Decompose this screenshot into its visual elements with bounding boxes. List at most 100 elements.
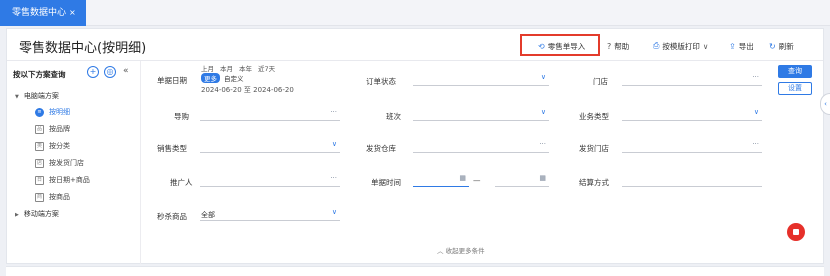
help-label: 帮助: [614, 41, 630, 51]
doc-time-label: 单据时间: [371, 178, 401, 187]
date-range-value[interactable]: 2024-06-20 至 2024-06-20: [201, 85, 294, 95]
order-status-select[interactable]: ∨: [413, 73, 549, 86]
sidebar-item-detail[interactable]: ≡ 按明细: [35, 107, 70, 117]
date-label: 单据日期: [157, 76, 187, 85]
doc-time-end-input[interactable]: ▦: [495, 174, 549, 187]
sidebar-item-date-product[interactable]: 日按日期+商品: [35, 175, 90, 185]
chevron-down-icon: ∨: [753, 108, 759, 116]
floating-action-icon[interactable]: [787, 223, 805, 241]
chevron-up-icon: ︿: [437, 247, 444, 255]
more-icon: ···: [752, 140, 759, 148]
sales-type-select[interactable]: ∨: [200, 140, 340, 153]
sidebar-item-label: 按商品: [49, 193, 70, 201]
store-icon: 店: [35, 158, 44, 168]
tree-group-desktop[interactable]: ▼ 电脑端方案: [15, 91, 59, 101]
ship-store-picker[interactable]: ···: [622, 140, 762, 153]
ship-warehouse-picker[interactable]: ···: [413, 140, 549, 153]
sidebar-item-brand[interactable]: 品按品牌: [35, 124, 70, 134]
flash-sale-label: 秒杀商品: [157, 212, 187, 221]
sidebar-item-label: 按明细: [49, 108, 70, 116]
business-type-label: 业务类型: [579, 112, 609, 121]
store-picker[interactable]: ···: [622, 73, 762, 86]
more-icon: ···: [752, 73, 759, 81]
print-label: 按模版打印: [662, 41, 700, 51]
brand-icon: 品: [35, 124, 44, 134]
refresh-icon: ↻: [769, 41, 776, 51]
time-range-separator: —: [473, 176, 481, 185]
ship-store-label: 发货门店: [579, 144, 609, 153]
chart-icon: 日: [35, 175, 44, 185]
close-icon[interactable]: ×: [69, 8, 76, 17]
tab-bar: 零售数据中心 ×: [0, 0, 830, 26]
collapse-sidebar-icon[interactable]: «: [123, 66, 129, 76]
sales-type-label: 销售类型: [157, 144, 187, 153]
tab-retail-data-center[interactable]: 零售数据中心 ×: [0, 0, 86, 26]
chevron-down-icon: ∨: [331, 140, 337, 148]
sidebar-item-category[interactable]: 类按分类: [35, 141, 70, 151]
page-title: 零售数据中心(按明细): [19, 41, 147, 56]
collapse-more-toggle[interactable]: ︿ 收起更多条件: [437, 245, 485, 255]
flash-sale-select[interactable]: 全部 ∨: [200, 208, 340, 221]
scheme-settings-icon[interactable]: ◎: [104, 66, 116, 78]
help-icon: ?: [607, 41, 612, 51]
refresh-button[interactable]: ↻ 刷新: [769, 39, 794, 53]
print-button[interactable]: ⎙ 按模版打印 ∨: [653, 39, 708, 53]
refresh-label: 刷新: [778, 41, 794, 51]
date-option-last-7-days[interactable]: 近7天: [258, 63, 275, 73]
order-status-label: 订单状态: [366, 77, 396, 86]
product-icon: 商: [35, 192, 44, 202]
promoter-label: 推广人: [170, 178, 193, 187]
doc-time-start-input[interactable]: ▦: [413, 174, 469, 187]
business-type-select[interactable]: ∨: [622, 108, 762, 121]
export-label: 导出: [738, 41, 754, 51]
settlement-select[interactable]: [622, 175, 762, 187]
guide-label: 导购: [174, 112, 189, 121]
settlement-label: 结算方式: [579, 178, 609, 187]
calendar-icon: ▦: [539, 174, 546, 182]
store-label: 门店: [593, 77, 608, 86]
date-more-row: 更多 自定义: [201, 73, 244, 83]
sidebar-heading: 按以下方案查询: [13, 70, 66, 79]
date-option-this-year[interactable]: 本年: [239, 63, 252, 73]
guide-picker[interactable]: ···: [200, 108, 340, 121]
date-custom-option[interactable]: 自定义: [224, 73, 244, 83]
sidebar-item-label: 按日期+商品: [49, 176, 90, 184]
caret-right-icon: ▶: [15, 212, 19, 218]
chevron-down-icon: ∨: [331, 208, 337, 216]
query-button[interactable]: 查询: [778, 65, 812, 78]
date-quick-options: 上月 本月 本年 近7天: [201, 63, 275, 73]
main-panel: 零售数据中心(按明细) ⟲ 零售单导入 ? 帮助 ⎙ 按模版打印 ∨ ⇪ 导出 …: [6, 28, 824, 264]
settings-button[interactable]: 设置: [778, 82, 812, 95]
chevron-down-icon[interactable]: ∨: [703, 42, 709, 51]
tree-group-label: 电脑端方案: [23, 92, 59, 100]
date-option-last-month[interactable]: 上月: [201, 63, 214, 73]
tree-group-mobile[interactable]: ▶ 移动端方案: [15, 209, 59, 219]
batch-label: 班次: [386, 112, 401, 121]
sidebar-item-label: 按品牌: [49, 125, 70, 133]
print-icon: ⎙: [653, 41, 660, 50]
sidebar-item-label: 按分类: [49, 142, 70, 150]
caret-down-icon: ▼: [15, 94, 19, 100]
more-icon: ···: [330, 108, 337, 116]
category-icon: 类: [35, 141, 44, 151]
tree-group-label: 移动端方案: [23, 210, 59, 218]
export-button[interactable]: ⇪ 导出: [729, 39, 754, 53]
batch-select[interactable]: ∨: [413, 108, 549, 121]
promoter-picker[interactable]: ···: [200, 174, 340, 187]
export-icon: ⇪: [729, 41, 736, 51]
chevron-down-icon: ∨: [540, 73, 546, 81]
chevron-down-icon: ∨: [540, 108, 546, 116]
detail-icon: ≡: [35, 107, 44, 117]
flash-sale-value: 全部: [201, 211, 215, 219]
add-scheme-icon[interactable]: +: [87, 66, 99, 78]
help-button[interactable]: ? 帮助: [607, 39, 629, 53]
ship-warehouse-label: 发货仓库: [366, 144, 396, 153]
sidebar-item-ship-store[interactable]: 店按发货门店: [35, 158, 84, 168]
date-option-this-month[interactable]: 本月: [220, 63, 233, 73]
more-icon: ···: [539, 140, 546, 148]
sidebar-item-product[interactable]: 商按商品: [35, 192, 70, 202]
calendar-icon: ▦: [459, 174, 466, 182]
scheme-sidebar: 按以下方案查询 + ◎ « ▼ 电脑端方案 ≡ 按明细 品按品牌 类按分类 店按发货…: [7, 61, 141, 264]
date-more-chip[interactable]: 更多: [201, 73, 220, 83]
collapse-more-label: 收起更多条件: [445, 247, 485, 255]
